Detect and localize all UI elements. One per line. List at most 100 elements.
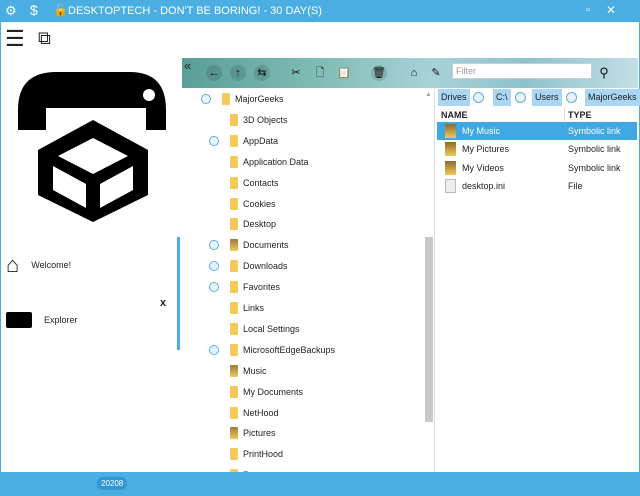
nav-welcome[interactable]: ⌂ Welcome! bbox=[6, 252, 71, 278]
search-icon[interactable]: ⚲ bbox=[596, 65, 612, 81]
tree-item[interactable]: Links bbox=[230, 299, 264, 317]
file-name: desktop.ini bbox=[462, 180, 506, 191]
nav-label: Explorer bbox=[44, 315, 78, 325]
column-divider bbox=[564, 108, 565, 122]
refresh-icon[interactable]: ⇆ bbox=[254, 65, 270, 81]
link-folder-icon bbox=[445, 160, 456, 175]
edit-icon[interactable]: ✎ bbox=[428, 65, 444, 81]
expand-icon[interactable] bbox=[209, 282, 219, 293]
nav-explorer[interactable]: Explorer bbox=[6, 312, 78, 328]
expand-icon[interactable] bbox=[201, 94, 211, 104]
nav-label: Welcome! bbox=[31, 260, 72, 270]
title-bar: ⚙ $ 🔓 DESKTOPTECH - DON'T BE BORING! - 3… bbox=[0, 0, 640, 22]
tree-item[interactable]: My Documents bbox=[230, 383, 303, 401]
tree-item[interactable]: AppData bbox=[230, 132, 278, 150]
app-logo bbox=[18, 72, 166, 222]
close-window-button[interactable]: ✕ bbox=[606, 3, 616, 17]
briefcase-icon bbox=[6, 312, 32, 328]
delete-icon[interactable]: 🗑 bbox=[371, 65, 387, 81]
tree-item[interactable]: MajorGeeks bbox=[222, 90, 284, 108]
filter-input[interactable]: Filter bbox=[452, 63, 592, 79]
scroll-up-icon[interactable]: ▲ bbox=[425, 91, 432, 98]
tree-item[interactable]: Application Data bbox=[230, 153, 309, 171]
tree-item[interactable]: Favorites bbox=[230, 278, 280, 296]
tree-item[interactable]: Pictures bbox=[230, 424, 276, 442]
folder-icon bbox=[230, 197, 238, 210]
dollar-icon[interactable]: $ bbox=[30, 2, 38, 18]
expand-icon[interactable] bbox=[209, 240, 219, 251]
tree-item[interactable]: Downloads bbox=[230, 257, 288, 275]
folder-icon bbox=[222, 93, 230, 105]
file-row[interactable]: desktop.ini File bbox=[437, 177, 637, 195]
up-icon[interactable]: ↑ bbox=[230, 65, 246, 81]
tree-item-label: AppData bbox=[243, 135, 279, 146]
folder-icon bbox=[230, 134, 238, 147]
settings-icon[interactable]: ⚙ bbox=[5, 3, 17, 19]
column-name[interactable]: NAME bbox=[441, 110, 468, 120]
tree-item[interactable]: NetHood bbox=[230, 404, 279, 422]
link-folder-icon bbox=[445, 124, 456, 138]
cut-icon[interactable]: ✂ bbox=[288, 65, 304, 81]
folder-icon bbox=[230, 364, 238, 377]
tree-scrollbar[interactable] bbox=[425, 237, 433, 422]
tree-item-label: Desktop bbox=[243, 219, 277, 230]
file-row[interactable]: My Pictures Symbolic link bbox=[437, 140, 637, 158]
tree-item[interactable]: MicrosoftEdgeBackups bbox=[230, 341, 335, 359]
folder-icon bbox=[230, 406, 238, 419]
active-indicator bbox=[177, 237, 180, 350]
breadcrumb-item[interactable]: MajorGeeks bbox=[585, 89, 640, 106]
folder-icon bbox=[230, 385, 238, 398]
copy-file-icon[interactable]: 🗋 bbox=[312, 65, 328, 81]
tree-item[interactable]: Documents bbox=[230, 236, 289, 254]
folder-icon bbox=[230, 448, 238, 461]
tree-item-label: Documents bbox=[243, 240, 289, 251]
expand-icon[interactable] bbox=[209, 135, 219, 146]
folder-icon bbox=[230, 302, 238, 314]
breadcrumb-item[interactable]: Drives bbox=[438, 89, 470, 106]
tree-item[interactable]: Desktop bbox=[230, 215, 276, 233]
folder-icon bbox=[230, 343, 238, 356]
copy-icon[interactable]: ⧉ bbox=[38, 28, 51, 49]
breadcrumb-expand-icon[interactable] bbox=[515, 92, 526, 103]
expand-icon[interactable] bbox=[209, 261, 219, 272]
tree-item[interactable]: 3D Objects bbox=[230, 111, 288, 129]
collapse-icon[interactable]: « bbox=[184, 58, 191, 73]
folder-icon bbox=[230, 427, 238, 440]
window-title: DESKTOPTECH - DON'T BE BORING! - 30 DAY(… bbox=[68, 5, 322, 17]
breadcrumb-item[interactable]: Users bbox=[532, 89, 562, 106]
file-row[interactable]: My Music Symbolic link bbox=[437, 122, 637, 140]
breadcrumb-expand-icon[interactable] bbox=[566, 92, 577, 103]
tree-item-label: Favorites bbox=[243, 282, 281, 293]
tree-item-label: My Documents bbox=[243, 386, 304, 397]
folder-icon bbox=[230, 155, 238, 168]
tree-item-label: Cookies bbox=[243, 198, 276, 209]
status-badge: 20208 bbox=[97, 477, 128, 490]
back-icon[interactable]: ← bbox=[206, 65, 222, 81]
maximize-button[interactable]: ▫ bbox=[586, 4, 590, 16]
paste-icon[interactable]: 📋 bbox=[336, 65, 352, 81]
folder-icon bbox=[230, 322, 238, 335]
menu-icon[interactable]: ☰ bbox=[5, 26, 25, 52]
folder-icon bbox=[230, 218, 238, 231]
folder-icon bbox=[230, 176, 238, 189]
unlock-icon[interactable]: 🔓 bbox=[53, 3, 68, 17]
tree-item-label: Music bbox=[243, 365, 267, 376]
file-type: Symbolic link bbox=[568, 126, 621, 136]
file-icon bbox=[445, 178, 456, 193]
close-explorer-button[interactable]: x bbox=[160, 297, 166, 309]
file-row[interactable]: My Videos Symbolic link bbox=[437, 159, 637, 177]
tree-item[interactable]: Contacts bbox=[230, 174, 279, 192]
home-folder-icon[interactable]: ⌂ bbox=[406, 65, 422, 81]
tree-item-label: Contacts bbox=[243, 177, 279, 188]
file-type: File bbox=[568, 180, 583, 191]
breadcrumb-expand-icon[interactable] bbox=[473, 92, 484, 103]
link-folder-icon bbox=[445, 142, 456, 157]
expand-icon[interactable] bbox=[209, 344, 219, 355]
tree-item[interactable]: Local Settings bbox=[230, 320, 300, 338]
tree-item-label: MajorGeeks bbox=[235, 94, 284, 104]
tree-item[interactable]: Cookies bbox=[230, 195, 276, 213]
tree-item[interactable]: Music bbox=[230, 362, 267, 380]
column-type[interactable]: TYPE bbox=[568, 110, 592, 120]
breadcrumb-item[interactable]: C:\ bbox=[493, 89, 511, 106]
tree-item[interactable]: PrintHood bbox=[230, 445, 283, 463]
